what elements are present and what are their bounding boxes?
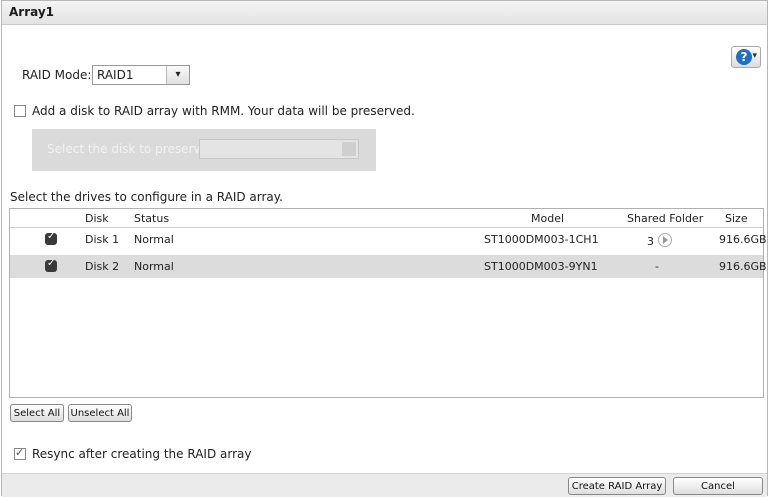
size-cell: 916.6GB bbox=[719, 260, 767, 273]
table-header: Disk Status Model Shared Folder Size bbox=[10, 209, 763, 228]
help-icon: ? bbox=[736, 49, 752, 65]
chevron-down-icon: ▾ bbox=[752, 51, 757, 61]
cancel-button[interactable]: Cancel bbox=[673, 477, 763, 495]
table-row[interactable]: Disk 1 Normal ST1000DM003-1CH1 3 916.6GB bbox=[10, 228, 767, 251]
shared-folder-cell: 3 bbox=[647, 233, 672, 248]
model-cell: ST1000DM003-1CH1 bbox=[484, 233, 599, 246]
status-cell: Normal bbox=[134, 260, 174, 273]
shared-folder-cell: - bbox=[655, 260, 659, 273]
raid-mode-select[interactable]: RAID1 ▾ bbox=[92, 65, 190, 85]
column-header-size[interactable]: Size bbox=[725, 212, 748, 225]
select-all-button[interactable]: Select All bbox=[10, 404, 64, 422]
size-cell: 916.6GB bbox=[719, 233, 767, 246]
row-checkbox[interactable] bbox=[45, 258, 57, 272]
model-cell: ST1000DM003-9YN1 bbox=[484, 260, 598, 273]
row-checkbox[interactable] bbox=[45, 231, 57, 245]
drives-table: Disk Status Model Shared Folder Size Dis… bbox=[9, 208, 767, 398]
raid-mode-value: RAID1 bbox=[97, 68, 134, 82]
column-header-status[interactable]: Status bbox=[134, 212, 169, 225]
resync-checkbox[interactable] bbox=[14, 446, 26, 460]
preserve-disk-select bbox=[199, 139, 359, 159]
title-bar: Array1 bbox=[2, 1, 767, 25]
raid-mode-label: RAID Mode: bbox=[22, 68, 92, 82]
column-header-shared-folder[interactable]: Shared Folder bbox=[627, 212, 703, 225]
column-header-disk[interactable]: Disk bbox=[85, 212, 109, 225]
play-arrow-icon[interactable] bbox=[658, 233, 672, 247]
table-row[interactable]: Disk 2 Normal ST1000DM003-9YN1 - 916.6GB bbox=[10, 255, 767, 278]
unselect-all-button[interactable]: Unselect All bbox=[68, 404, 132, 422]
chevron-down-icon: ▾ bbox=[166, 66, 189, 84]
disk-cell: Disk 1 bbox=[85, 233, 120, 246]
resync-label: Resync after creating the RAID array bbox=[32, 447, 252, 461]
shared-folder-count: 3 bbox=[647, 235, 654, 248]
preserve-disk-label: Select the disk to preserve: bbox=[47, 142, 212, 156]
window-title: Array1 bbox=[9, 5, 55, 19]
status-cell: Normal bbox=[134, 233, 174, 246]
drives-section-label: Select the drives to configure in a RAID… bbox=[10, 190, 283, 204]
dialog-footer: Create RAID Array Cancel bbox=[2, 473, 767, 497]
rmm-label: Add a disk to RAID array with RMM. Your … bbox=[32, 104, 415, 118]
raid-dialog: Array1 ? ▾ RAID Mode: RAID1 ▾ Add a disk… bbox=[1, 0, 768, 497]
chevron-down-icon bbox=[342, 142, 356, 156]
help-button[interactable]: ? ▾ bbox=[731, 46, 761, 68]
create-raid-array-button[interactable]: Create RAID Array bbox=[568, 477, 666, 495]
rmm-checkbox[interactable] bbox=[14, 105, 26, 117]
column-header-model[interactable]: Model bbox=[531, 212, 564, 225]
preserve-disk-panel: Select the disk to preserve: bbox=[32, 129, 376, 171]
disk-cell: Disk 2 bbox=[85, 260, 120, 273]
